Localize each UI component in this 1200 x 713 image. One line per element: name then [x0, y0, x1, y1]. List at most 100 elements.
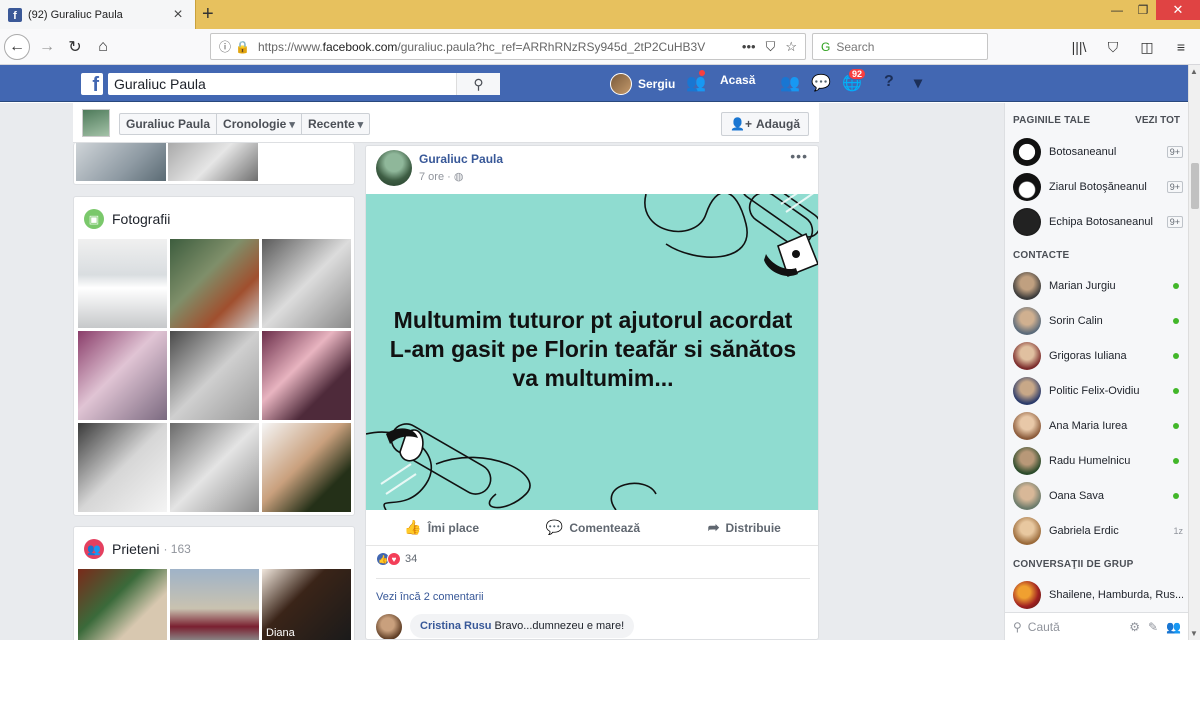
settings-gear-icon[interactable]: ⚙ — [1129, 620, 1140, 634]
online-indicator — [1173, 388, 1179, 394]
restore-icon[interactable]: ❐ — [1130, 0, 1156, 20]
comment-text: Bravo...dumnezeu e mare! — [494, 620, 625, 632]
new-message-icon[interactable]: ✎ — [1148, 620, 1158, 634]
post-options-icon[interactable]: ••• — [790, 148, 808, 164]
contact-item[interactable]: Politic Felix-Ovidiu — [1013, 376, 1183, 406]
contact-item[interactable]: Ana Maria Iurea — [1013, 411, 1183, 441]
reload-icon[interactable]: ↻ — [62, 34, 88, 60]
friends-count: · 163 — [163, 542, 191, 556]
friends-title[interactable]: 👥 Prieteni · 163 — [84, 539, 191, 559]
photo-thumbnail[interactable] — [170, 239, 259, 328]
share-button[interactable]: ➦ Distribuie — [669, 510, 818, 545]
contact-item[interactable]: Sorin Calin — [1013, 306, 1183, 336]
forward-icon[interactable]: → — [34, 34, 60, 60]
contact-item[interactable]: Radu Humelnicu — [1013, 446, 1183, 476]
pocket-list-icon[interactable]: ⛉ — [1102, 34, 1124, 60]
chat-search-input[interactable]: ⚲ Caută ⚙ ✎ 👥 — [1005, 612, 1189, 640]
contact-item[interactable]: Grigoras Iuliana — [1013, 341, 1183, 371]
photo-thumbnail[interactable] — [78, 423, 167, 512]
post-author[interactable]: Guraliuc Paula — [419, 152, 503, 166]
page-item[interactable]: Echipa Botosaneanul 9+ — [1013, 207, 1183, 237]
pocket-icon[interactable]: ⛉ — [766, 39, 776, 55]
friends-title-label: Prieteni — [112, 541, 160, 557]
commenter-avatar[interactable] — [376, 614, 402, 639]
create-group-icon[interactable]: 👥 — [1166, 620, 1181, 634]
group-conversation-item[interactable]: Shailene, Hamburda, Rus... — [1013, 580, 1183, 610]
post-image[interactable]: Multumim tuturor pt ajutorul acordat L-a… — [366, 194, 818, 510]
timeline-dropdown[interactable]: Cronologie — [217, 114, 302, 134]
comment-author[interactable]: Cristina Rusu — [420, 620, 492, 632]
home-link[interactable]: Acasă — [720, 73, 755, 87]
profile-thumbnail[interactable] — [82, 109, 110, 137]
like-button[interactable]: 👍 Îmi place — [366, 510, 517, 545]
add-friend-label: Adaugă — [755, 117, 800, 131]
window-close-icon[interactable]: ✕ — [1156, 0, 1200, 20]
page-scrollbar[interactable]: ▲ ▼ — [1188, 65, 1200, 640]
contact-item[interactable]: Marian Jurgiu — [1013, 271, 1183, 301]
post-timestamp[interactable]: 7 ore · ◍ — [419, 170, 463, 183]
menu-icon[interactable]: ≡ — [1170, 34, 1192, 60]
back-icon[interactable]: ← — [4, 34, 30, 60]
new-tab-icon[interactable]: + — [202, 3, 214, 26]
profile-link[interactable]: Sergiu — [610, 73, 675, 95]
photo-thumbnail[interactable] — [78, 331, 167, 420]
photo-thumbnail[interactable] — [170, 331, 259, 420]
account-menu-icon[interactable]: ▾ — [914, 73, 922, 93]
photo-thumbnail[interactable] — [262, 423, 351, 512]
browser-search-input[interactable]: G Search — [812, 33, 988, 60]
page-actions-icon[interactable]: ••• — [742, 39, 756, 54]
home-icon[interactable]: ⌂ — [90, 34, 116, 60]
url-bar[interactable]: ⓘ 🔒 https://www.facebook.com/guraliuc.pa… — [210, 33, 806, 60]
photo-thumbnail[interactable] — [170, 423, 259, 512]
help-icon[interactable]: ? — [884, 73, 894, 91]
comment-button[interactable]: 💬 Comentează — [517, 510, 668, 545]
see-all-link[interactable]: VEZI TOT — [1135, 115, 1180, 126]
friend-photo[interactable] — [170, 569, 259, 641]
view-more-comments-link[interactable]: Vezi încă 2 comentarii — [376, 591, 484, 603]
group-name: Shailene, Hamburda, Rus... — [1049, 589, 1183, 601]
facebook-header: f Guraliuc Paula ⚲ Sergiu 👥 Acasă 👥 💬 🌐 … — [0, 65, 1188, 102]
friend-requests-icon[interactable]: 👥 — [686, 69, 706, 93]
search-icon[interactable]: ⚲ — [456, 73, 500, 95]
friend-photo[interactable] — [78, 569, 167, 641]
toolbar-icons: |||\ ⛉ ◫ ≡ — [1068, 34, 1192, 60]
notifications-icon[interactable]: 🌐 92 — [842, 68, 867, 93]
facebook-logo-icon[interactable]: f — [81, 73, 103, 95]
reactions-summary[interactable]: 👍 ♥ 34 — [376, 552, 417, 566]
contact-item[interactable]: Oana Sava — [1013, 481, 1183, 511]
sidebar-icon[interactable]: ◫ — [1136, 34, 1158, 60]
find-friends-icon[interactable]: 👥 — [780, 73, 800, 93]
messenger-icon[interactable]: 💬 — [811, 73, 831, 93]
profile-name-link[interactable]: Guraliuc Paula — [120, 114, 218, 134]
facebook-search-input[interactable]: Guraliuc Paula ⚲ — [108, 73, 500, 95]
page-item[interactable]: Ziarul Botoşăneanul 9+ — [1013, 172, 1183, 202]
photo-thumbnail[interactable] — [262, 331, 351, 420]
contact-avatar — [1013, 412, 1041, 440]
photo-thumbnail[interactable] — [76, 143, 166, 181]
photos-title[interactable]: ▣ Fotografii — [84, 209, 170, 229]
recent-dropdown[interactable]: Recente — [302, 114, 369, 134]
scrollbar-thumb[interactable] — [1191, 163, 1199, 209]
bookmark-star-icon[interactable]: ☆ — [785, 39, 797, 55]
post-author-avatar[interactable] — [376, 150, 412, 186]
info-icon[interactable]: ⓘ — [219, 38, 231, 55]
home-label: Acasă — [720, 73, 756, 87]
scroll-up-icon[interactable]: ▲ — [1190, 67, 1198, 76]
photo-thumbnail[interactable] — [262, 239, 351, 328]
close-tab-icon[interactable]: × — [169, 6, 187, 24]
photo-thumbnail[interactable] — [78, 239, 167, 328]
minimize-icon[interactable]: — — [1104, 0, 1130, 20]
library-icon[interactable]: |||\ — [1068, 34, 1090, 60]
reactions-count: 34 — [405, 553, 418, 565]
post-card: Guraliuc Paula 7 ore · ◍ ••• Multumim tu… — [365, 145, 819, 640]
contact-item[interactable]: Gabriela Erdic 1z — [1013, 516, 1183, 546]
friend-photo[interactable]: Diana — [262, 569, 351, 641]
user-name: Sergiu — [638, 77, 676, 91]
search-value: Guraliuc Paula — [114, 76, 206, 92]
contact-name: Politic Felix-Ovidiu — [1049, 385, 1140, 397]
photo-thumbnail[interactable] — [168, 143, 258, 181]
page-item[interactable]: Botosaneanul 9+ — [1013, 137, 1183, 167]
scroll-down-icon[interactable]: ▼ — [1190, 629, 1198, 638]
add-friend-button[interactable]: 👤+ Adaugă — [721, 112, 809, 136]
browser-tab[interactable]: f (92) Guraliuc Paula × — [0, 0, 196, 29]
